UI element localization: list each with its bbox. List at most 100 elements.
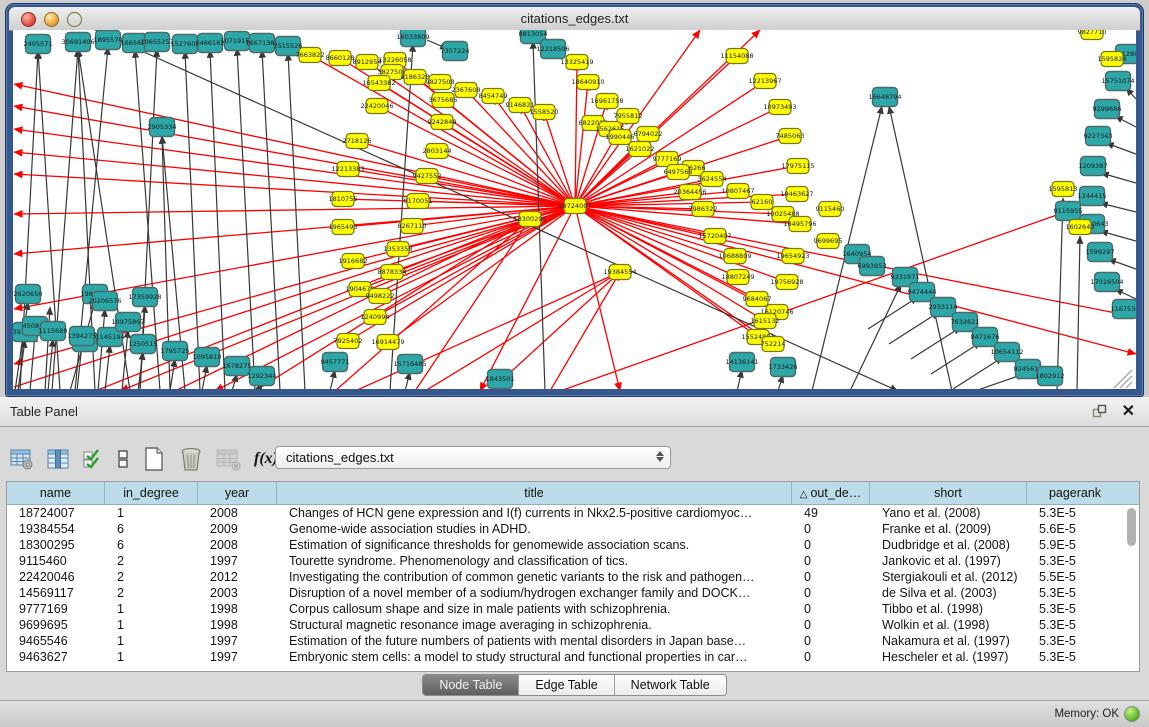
- tab-network-table[interactable]: Network Table: [614, 675, 726, 695]
- graph-edge[interactable]: [98, 309, 105, 389]
- column-header-title[interactable]: title: [277, 482, 792, 504]
- table-selector-dropdown[interactable]: citations_edges.txt: [275, 446, 671, 469]
- column-header-in_degree[interactable]: in_degree: [105, 482, 198, 504]
- select-columns-icon[interactable]: [82, 447, 104, 471]
- show-column-icon[interactable]: [46, 447, 70, 471]
- graph-node[interactable]: 9699695: [814, 234, 843, 249]
- graph-node[interactable]: 2718126: [343, 134, 372, 149]
- graph-edge[interactable]: [544, 112, 575, 206]
- graph-node[interactable]: 1244415: [1078, 187, 1107, 206]
- graph-edge[interactable]: [237, 48, 255, 389]
- graph-node[interactable]: 20364456: [673, 185, 706, 200]
- graph-node[interactable]: 10655257: [140, 33, 173, 52]
- graph-edge[interactable]: [1100, 231, 1136, 241]
- graph-node[interactable]: 10654112: [990, 343, 1023, 362]
- network-canvas[interactable]: 2405571306914061895570166560410655257152…: [13, 30, 1136, 389]
- graph-node[interactable]: 7663822: [296, 48, 325, 63]
- graph-edge[interactable]: [1057, 198, 1063, 389]
- graph-node[interactable]: 62160: [751, 195, 773, 210]
- graph-node[interactable]: 3624554: [698, 172, 727, 187]
- graph-node[interactable]: 2620650: [14, 285, 43, 304]
- graph-node[interactable]: 17975115: [781, 159, 814, 174]
- graph-node[interactable]: 9242848: [428, 115, 457, 130]
- graph-edge[interactable]: [95, 219, 530, 389]
- graph-node[interactable]: 12218506: [536, 40, 569, 59]
- graph-node[interactable]: 9299666: [1093, 100, 1122, 119]
- graph-node[interactable]: 752214: [761, 337, 786, 352]
- graph-node[interactable]: 9498222: [366, 289, 395, 304]
- column-header-out_de[interactable]: △out_de…: [792, 482, 870, 504]
- table-row[interactable]: 1830029562008Estimation of significance …: [7, 537, 1139, 553]
- network-window-titlebar[interactable]: citations_edges.txt: [9, 7, 1140, 31]
- graph-node[interactable]: 20206576: [88, 292, 121, 311]
- graph-node[interactable]: 1209387: [1079, 157, 1108, 176]
- column-header-pagerank[interactable]: pagerank: [1027, 482, 1123, 504]
- table-row[interactable]: 969969511998Structural magnetic resonanc…: [7, 617, 1139, 633]
- graph-node[interactable]: 12213967: [748, 74, 781, 89]
- graph-node[interactable]: 8878334: [378, 265, 407, 280]
- graph-edge[interactable]: [1077, 236, 1080, 389]
- graph-node[interactable]: 1595824: [1098, 52, 1127, 67]
- graph-node[interactable]: 1621022: [626, 142, 655, 157]
- graph-node[interactable]: 1895570: [94, 31, 123, 50]
- graph-node[interactable]: 16914479: [371, 335, 404, 350]
- graph-node[interactable]: 1810755: [329, 192, 358, 207]
- graph-node[interactable]: 15716485: [393, 355, 426, 374]
- graph-node[interactable]: 7485063: [776, 129, 805, 144]
- graph-node[interactable]: 1115680: [39, 322, 68, 341]
- graph-node[interactable]: 9457771: [321, 353, 350, 372]
- graph-node[interactable]: 2905334: [148, 118, 177, 137]
- graph-node[interactable]: 1802912: [1036, 367, 1065, 386]
- graph-node[interactable]: 1916682: [339, 254, 368, 269]
- graph-node[interactable]: 1240994: [361, 310, 390, 325]
- graph-edge[interactable]: [1120, 376, 1132, 388]
- graph-edge[interactable]: [405, 372, 410, 389]
- graph-edge[interactable]: [889, 106, 952, 389]
- graph-node[interactable]: 11154088: [720, 49, 753, 64]
- graph-edge[interactable]: [737, 370, 742, 389]
- graph-node[interactable]: 16033809: [396, 30, 429, 47]
- memory-ok-indicator-icon[interactable]: [1124, 706, 1140, 722]
- column-header-name[interactable]: name: [7, 482, 105, 504]
- graph-node[interactable]: 7925402: [334, 334, 363, 349]
- graph-edge[interactable]: [330, 370, 335, 389]
- table-row[interactable]: 2242004622012Investigating the contribut…: [7, 569, 1139, 585]
- graph-node[interactable]: 10975867: [111, 313, 144, 332]
- graph-node[interactable]: 7357224: [441, 42, 470, 61]
- graph-edge[interactable]: [170, 359, 175, 389]
- graph-edge[interactable]: [105, 345, 110, 389]
- graph-node[interactable]: 9827508: [426, 75, 455, 90]
- graph-node[interactable]: 9227343: [1084, 127, 1113, 146]
- graph-node[interactable]: 1599297: [1086, 243, 1115, 262]
- graph-node[interactable]: 2803144: [423, 144, 452, 159]
- graph-edge[interactable]: [1108, 259, 1136, 269]
- graph-node[interactable]: 15751074: [1101, 72, 1134, 91]
- graph-edge[interactable]: [185, 51, 200, 389]
- table-row[interactable]: 911546021997Tourette syndrome. Phenomeno…: [7, 553, 1139, 569]
- graph-node[interactable]: 1733426: [769, 358, 798, 377]
- graph-node[interactable]: 19654923: [776, 249, 809, 264]
- table-row[interactable]: 1938455462009Genome-wide association stu…: [7, 521, 1139, 537]
- graph-node[interactable]: 1353358: [384, 242, 413, 257]
- graph-edge[interactable]: [262, 50, 280, 389]
- graph-edge[interactable]: [210, 50, 225, 389]
- graph-node[interactable]: 7986322: [689, 202, 718, 217]
- graph-node[interactable]: 1558520: [530, 105, 559, 120]
- graph-node[interactable]: 1095810: [193, 348, 222, 367]
- graph-node[interactable]: 9115955: [1054, 202, 1083, 221]
- graph-node[interactable]: 17359928: [128, 288, 161, 307]
- tab-node-table[interactable]: Node Table: [423, 675, 518, 695]
- graph-node[interactable]: 1595813: [1049, 182, 1078, 197]
- graph-node[interactable]: 9827710: [1078, 30, 1107, 40]
- graph-edge[interactable]: [575, 206, 1136, 354]
- graph-node[interactable]: 9427552: [413, 169, 442, 184]
- citation-network-graph[interactable]: 2405571306914061895570166560410655257152…: [13, 30, 1136, 389]
- delete-icon[interactable]: [178, 446, 204, 472]
- table-row[interactable]: 946362711997Embryonic stem cells: a mode…: [7, 649, 1139, 665]
- table-vertical-scrollbar[interactable]: [1127, 508, 1136, 546]
- column-header-year[interactable]: year: [198, 482, 277, 504]
- new-file-icon[interactable]: [142, 446, 166, 472]
- graph-node[interactable]: 19463627: [780, 187, 813, 202]
- close-panel-icon[interactable]: ✕: [1122, 401, 1135, 421]
- graph-node[interactable]: 9684067: [743, 292, 772, 307]
